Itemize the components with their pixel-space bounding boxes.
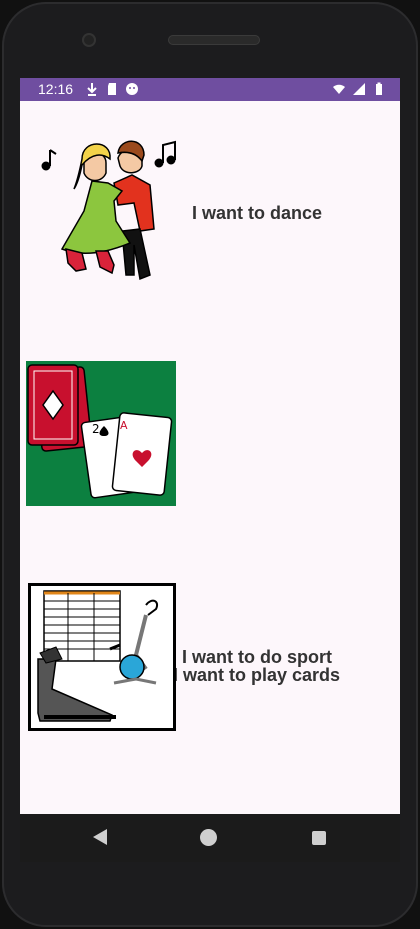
signal-icon <box>353 83 365 95</box>
item-label-sport: I want to do sport <box>182 647 332 667</box>
app-screen: 12:16 I want to dance 2 A I want to play… <box>20 78 400 814</box>
status-time: 12:16 <box>38 81 74 97</box>
list-item-cards[interactable]: 2 A I want to play cards <box>20 361 400 685</box>
battery-icon <box>376 82 382 95</box>
sd-card-icon <box>108 83 116 95</box>
front-camera <box>82 33 96 47</box>
download-icon <box>87 83 97 96</box>
dancing-couple-icon <box>41 140 176 281</box>
navigation-bar <box>20 814 400 862</box>
list-item-dance[interactable]: I want to dance <box>20 123 400 283</box>
playing-cards-icon: 2 A <box>26 361 176 506</box>
wifi-icon <box>333 84 345 94</box>
svg-text:A: A <box>120 419 128 432</box>
recent-apps-icon[interactable] <box>312 831 326 845</box>
item-label-dance: I want to dance <box>192 203 323 223</box>
status-icons-left <box>85 82 139 96</box>
list-item-sport[interactable]: I want to do sport <box>20 583 400 743</box>
back-icon[interactable] <box>92 828 108 846</box>
face-icon <box>126 83 138 95</box>
earpiece-speaker <box>168 35 260 45</box>
svg-text:2: 2 <box>92 422 100 436</box>
home-icon[interactable] <box>200 829 217 846</box>
status-bar: 12:16 <box>20 78 400 101</box>
status-icons-right <box>332 82 386 96</box>
gym-equipment-icon <box>28 583 176 731</box>
